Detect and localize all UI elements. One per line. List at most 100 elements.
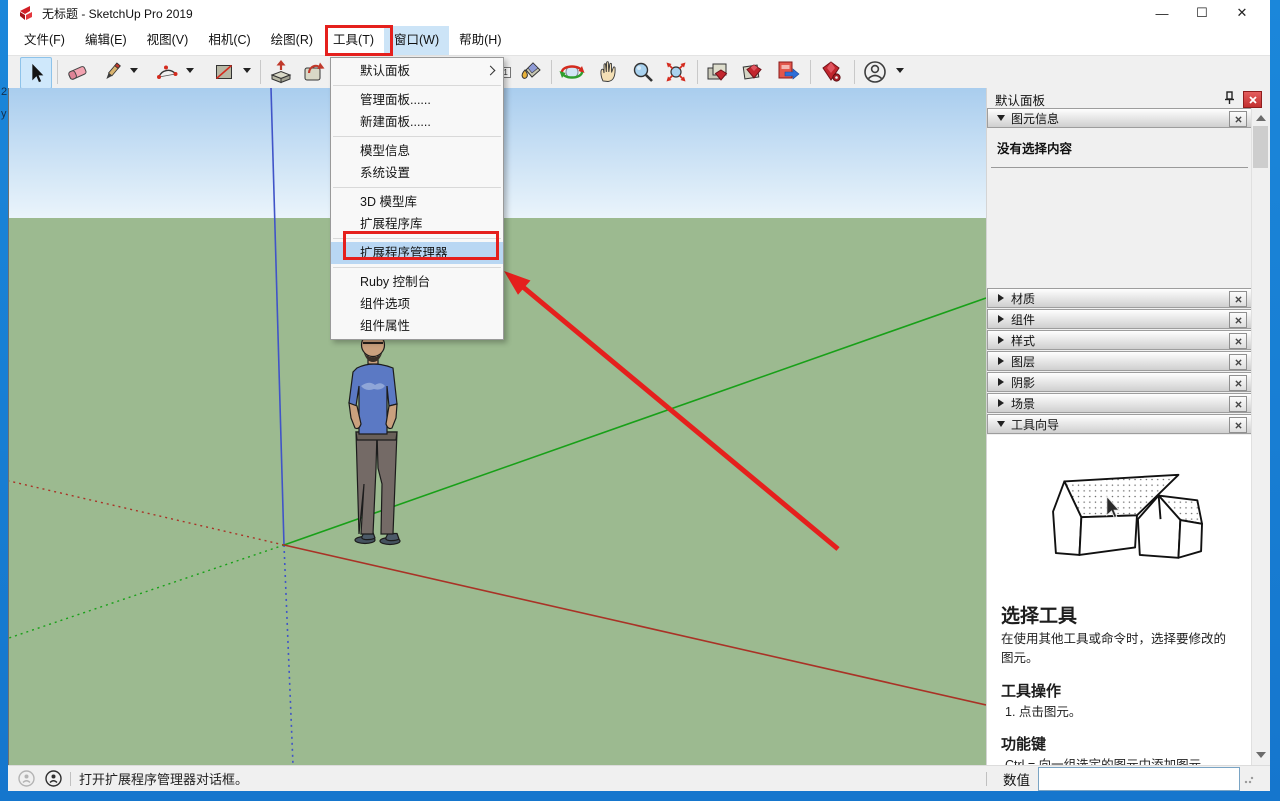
menu-item-manage-trays[interactable]: 管理面板......	[331, 89, 503, 111]
select-cursor-icon	[25, 62, 47, 84]
section-entity-info[interactable]: 图元信息	[987, 108, 1252, 128]
rectangle-icon	[212, 60, 236, 84]
section-close-button[interactable]	[1229, 375, 1247, 391]
section-close-button[interactable]	[1229, 333, 1247, 349]
menu-item-component-attributes[interactable]: 组件属性	[331, 315, 503, 337]
credit-info-icon[interactable]	[45, 770, 62, 787]
divider	[70, 772, 71, 786]
section-label: 图层	[1011, 353, 1035, 370]
extension-warehouse-button[interactable]	[816, 57, 846, 87]
menu-item-model-info[interactable]: 模型信息	[331, 140, 503, 162]
menu-item-label: Ruby 控制台	[360, 275, 430, 289]
menu-window[interactable]: 窗口(W)	[384, 26, 449, 55]
instructor-modifier-text: Ctrl = 向一组选定的图元中添加图元	[1005, 756, 1238, 765]
3d-warehouse-button[interactable]	[703, 57, 733, 87]
line-tool-button[interactable]	[97, 57, 127, 87]
divider	[991, 167, 1248, 168]
send-to-layout-button[interactable]	[773, 57, 803, 87]
tray-close-button[interactable]	[1243, 91, 1262, 108]
shapes-tool-button[interactable]	[209, 57, 239, 87]
menu-view[interactable]: 视图(V)	[137, 26, 199, 55]
section-label: 组件	[1011, 311, 1035, 328]
submenu-arrow-icon	[486, 66, 496, 76]
menu-item-ruby-console[interactable]: Ruby 控制台	[331, 271, 503, 293]
instructor-description: 在使用其他工具或命令时，选择要修改的图元。	[1001, 630, 1238, 668]
divider	[986, 772, 987, 786]
scroll-down-icon[interactable]	[1256, 752, 1266, 758]
section-styles[interactable]: 样式	[987, 330, 1252, 350]
menu-help[interactable]: 帮助(H)	[449, 26, 511, 55]
section-instructor[interactable]: 工具向导	[987, 414, 1252, 434]
account-button[interactable]	[860, 57, 890, 87]
menu-bar: 文件(F) 编辑(E) 视图(V) 相机(C) 绘图(R) 工具(T) 窗口(W…	[8, 26, 1270, 55]
close-x-icon	[1235, 317, 1242, 324]
menu-item-label: 系统设置	[360, 166, 410, 180]
menu-item-preferences[interactable]: 系统设置	[331, 162, 503, 184]
measurement-input[interactable]	[1038, 767, 1240, 791]
collapse-triangle-icon	[997, 421, 1005, 427]
section-close-button[interactable]	[1229, 354, 1247, 370]
arc-tool-button[interactable]	[152, 57, 182, 87]
share-model-button[interactable]	[738, 57, 768, 87]
section-scenes[interactable]: 场景	[987, 393, 1252, 413]
orbit-tool-button[interactable]	[557, 57, 587, 87]
select-tool-button[interactable]	[20, 57, 52, 89]
close-button[interactable]: ✕	[1222, 0, 1262, 26]
geolocation-icon[interactable]	[18, 770, 35, 787]
arc-tool-dropdown[interactable]	[186, 68, 194, 73]
push-pull-tool-button[interactable]	[266, 57, 296, 87]
offset-tool-button[interactable]	[299, 57, 329, 87]
sketchup-logo-icon	[18, 5, 34, 21]
section-components[interactable]: 组件	[987, 309, 1252, 329]
menu-camera[interactable]: 相机(C)	[198, 26, 260, 55]
section-layers[interactable]: 图层	[987, 351, 1252, 371]
line-tool-dropdown[interactable]	[130, 68, 138, 73]
zoom-extents-tool-button[interactable]	[661, 57, 691, 87]
annotation-box-extension-manager	[343, 231, 499, 260]
menu-item-label: 扩展程序库	[360, 217, 423, 231]
scroll-up-icon[interactable]	[1256, 115, 1266, 121]
maximize-button[interactable]: ☐	[1182, 0, 1222, 26]
section-label: 图元信息	[1011, 110, 1059, 127]
section-label: 材质	[1011, 290, 1035, 307]
resize-grip[interactable]	[1244, 774, 1254, 784]
close-x-icon	[1235, 296, 1242, 303]
eraser-tool-button[interactable]	[62, 57, 92, 87]
collapse-triangle-icon	[997, 115, 1005, 121]
title-bar[interactable]: 无标题 - SketchUp Pro 2019 — ☐ ✕	[8, 0, 1270, 26]
menu-item-component-options[interactable]: 组件选项	[331, 293, 503, 315]
section-close-button[interactable]	[1229, 111, 1247, 127]
send-to-layout-icon	[775, 59, 801, 85]
section-materials[interactable]: 材质	[987, 288, 1252, 308]
section-close-button[interactable]	[1229, 396, 1247, 412]
menu-item-label: 3D 模型库	[360, 195, 417, 209]
instructor-panel: 选择工具 在使用其他工具或命令时，选择要修改的图元。 工具操作 1. 点击图元。…	[987, 435, 1252, 765]
menu-edit[interactable]: 编辑(E)	[75, 26, 137, 55]
minimize-button[interactable]: —	[1142, 0, 1182, 26]
push-pull-icon	[268, 59, 294, 85]
pin-icon[interactable]	[1223, 91, 1236, 105]
menu-file[interactable]: 文件(F)	[14, 26, 75, 55]
close-x-icon	[1235, 401, 1242, 408]
menu-item-3d-warehouse[interactable]: 3D 模型库	[331, 191, 503, 213]
menu-item-label: 新建面板......	[360, 115, 431, 129]
menu-item-new-tray[interactable]: 新建面板......	[331, 111, 503, 133]
section-close-button[interactable]	[1229, 291, 1247, 307]
zoom-tool-button[interactable]	[628, 57, 658, 87]
paint-bucket-tool-button[interactable]	[516, 57, 546, 87]
panel-scrollbar[interactable]	[1251, 108, 1270, 765]
menu-separator	[333, 187, 501, 188]
close-x-icon	[1235, 380, 1242, 387]
tray-title-bar[interactable]: 默认面板	[987, 88, 1270, 108]
section-shadows[interactable]: 阴影	[987, 372, 1252, 392]
menu-item-default-tray[interactable]: 默认面板	[331, 60, 503, 82]
shapes-tool-dropdown[interactable]	[243, 68, 251, 73]
menu-draw[interactable]: 绘图(R)	[261, 26, 323, 55]
status-message: 打开扩展程序管理器对话框。	[79, 769, 248, 788]
status-bar: 打开扩展程序管理器对话框。 数值	[8, 765, 1270, 791]
scrollbar-thumb[interactable]	[1253, 126, 1268, 168]
section-close-button[interactable]	[1229, 417, 1247, 433]
account-dropdown[interactable]	[896, 68, 904, 73]
section-close-button[interactable]	[1229, 312, 1247, 328]
pan-tool-button[interactable]	[593, 57, 623, 87]
